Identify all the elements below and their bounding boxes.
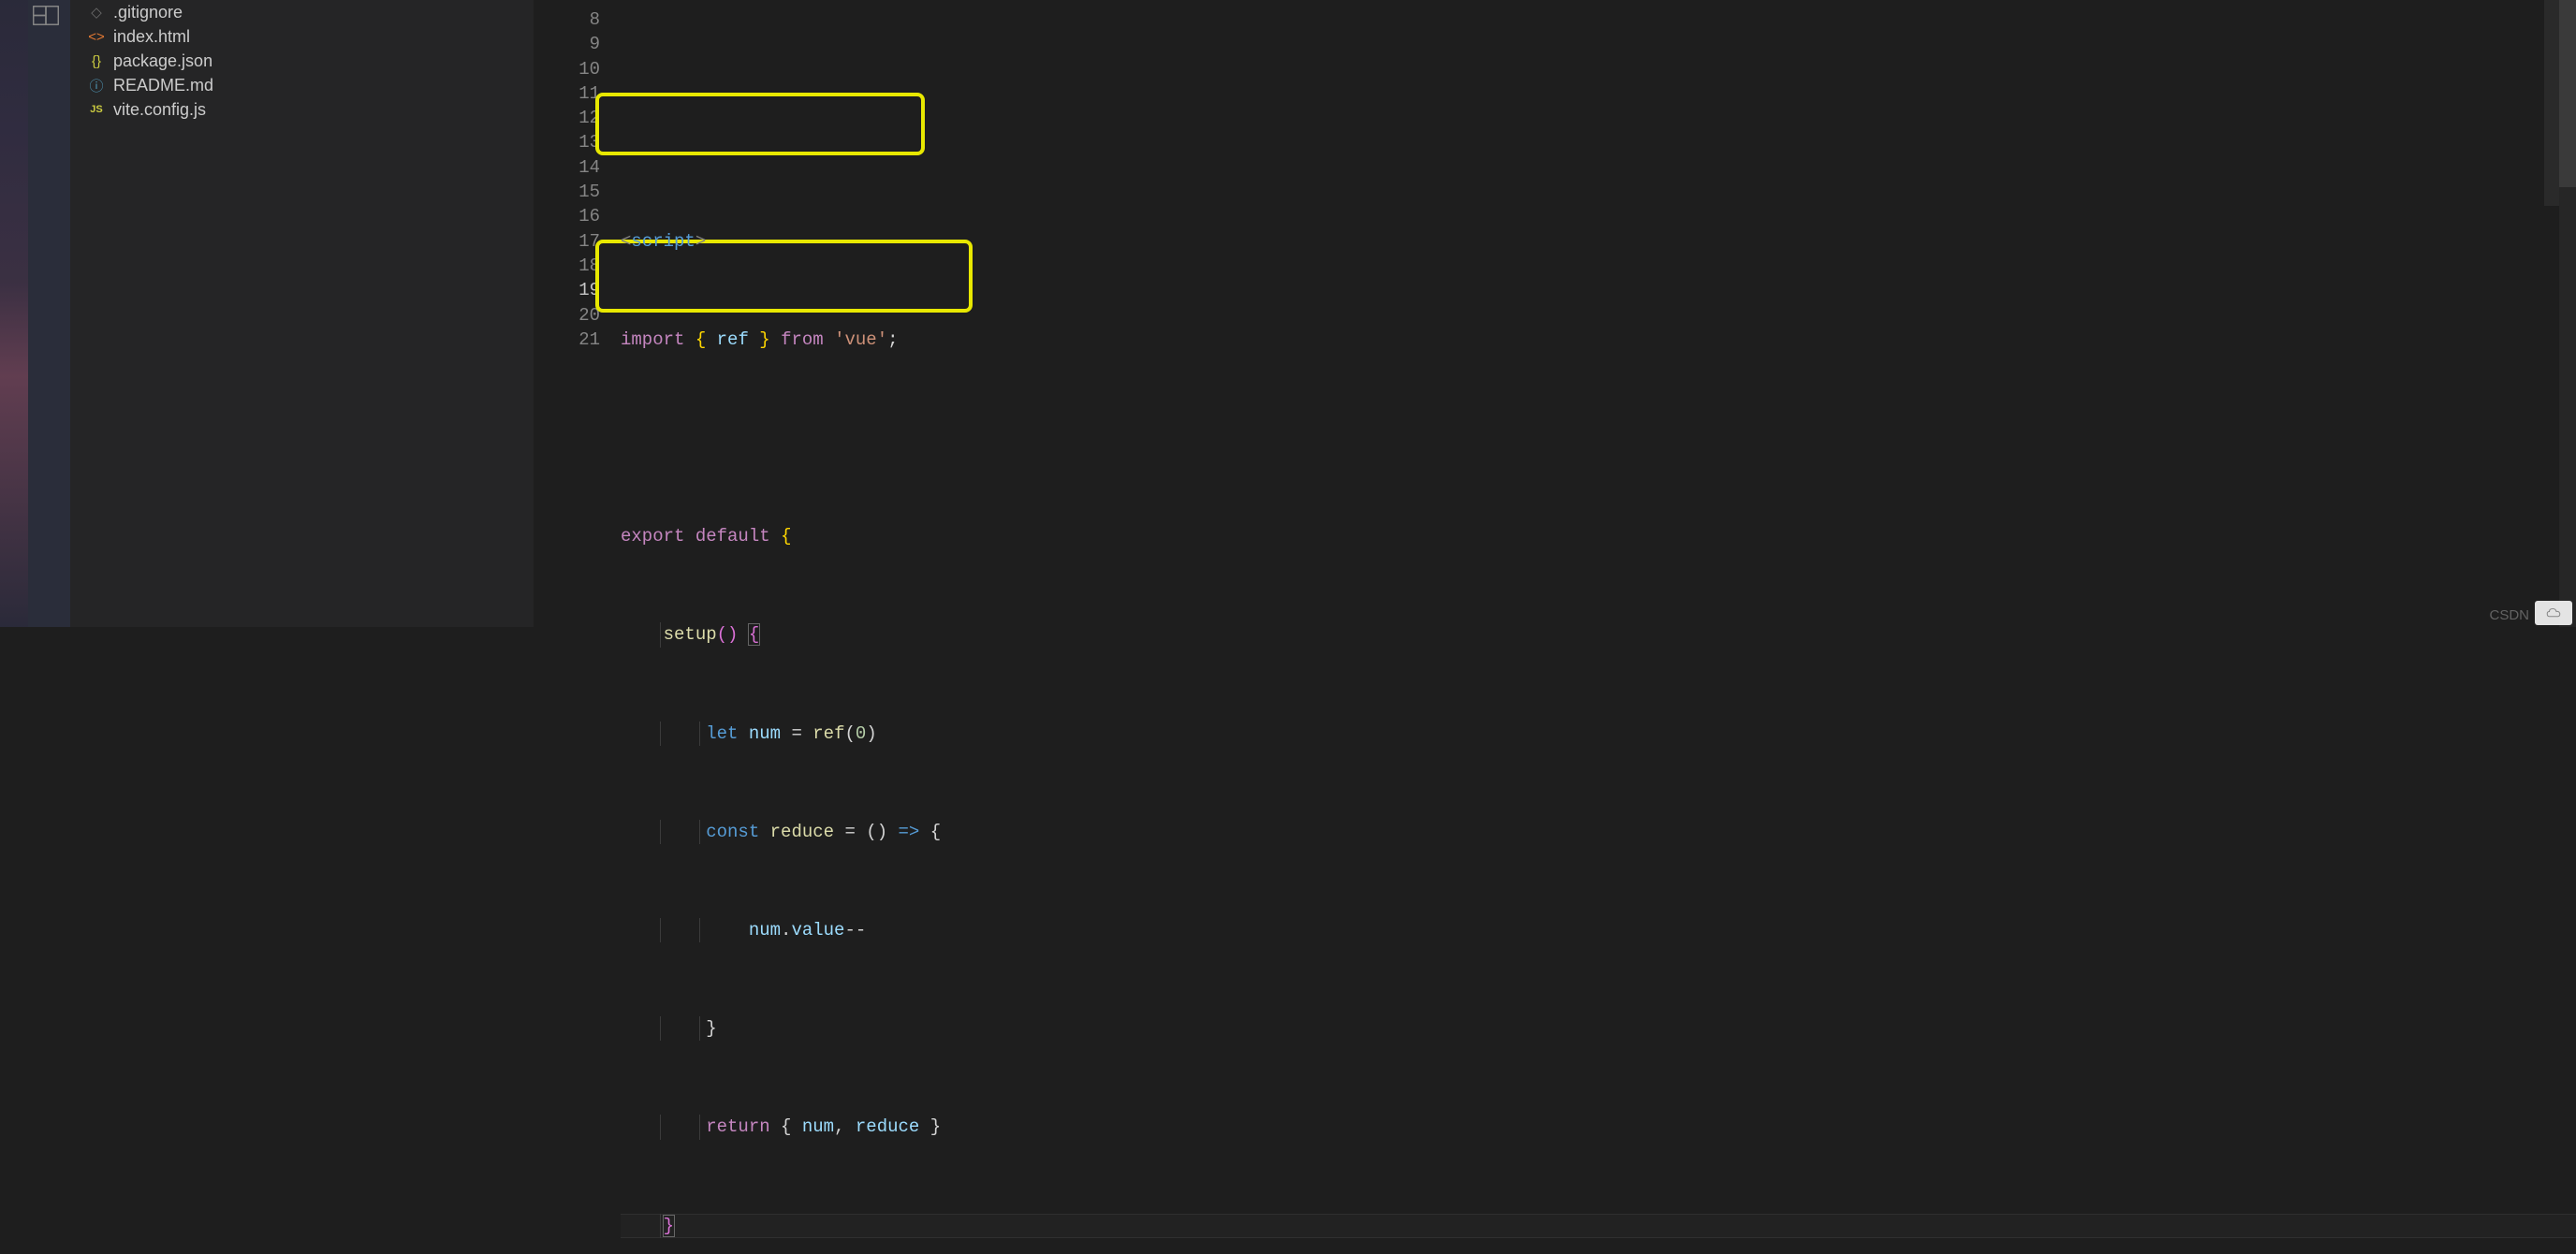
file-name: package.json xyxy=(113,51,212,71)
code-editor[interactable]: 8 9 10 11 12 13 14 15 16 17 18 19 20 21 … xyxy=(534,0,2576,627)
line-number: 9 xyxy=(534,32,600,56)
code-line: export default { xyxy=(621,524,2576,548)
git-icon: ◇ xyxy=(87,4,106,21)
code-line-active: } xyxy=(621,1214,2576,1238)
overview-ruler xyxy=(2544,0,2559,206)
watermark-logo-icon xyxy=(2535,601,2572,625)
code-line: let num = ref(0) xyxy=(621,722,2576,746)
code-line xyxy=(621,426,2576,450)
line-number: 12 xyxy=(534,106,600,130)
file-explorer: ◇ .gitignore <> index.html {} package.js… xyxy=(70,0,534,627)
file-name: index.html xyxy=(113,27,190,47)
panel-layout-icon[interactable] xyxy=(33,6,59,26)
line-number: 15 xyxy=(534,180,600,204)
line-number: 10 xyxy=(534,57,600,81)
file-name: .gitignore xyxy=(113,3,183,22)
watermark-csdn: CSDN xyxy=(2489,607,2529,623)
code-line: return { num, reduce } xyxy=(621,1115,2576,1139)
code-line: import { ref } from 'vue'; xyxy=(621,328,2576,352)
file-row[interactable]: ◇ .gitignore xyxy=(70,0,534,24)
code-line: setup() { xyxy=(621,622,2576,647)
js-icon: JS xyxy=(87,104,106,115)
line-number-gutter: 8 9 10 11 12 13 14 15 16 17 18 19 20 21 xyxy=(534,0,600,627)
file-row[interactable]: JS vite.config.js xyxy=(70,97,534,122)
line-number: 14 xyxy=(534,155,600,180)
line-number: 21 xyxy=(534,328,600,352)
line-number: 16 xyxy=(534,204,600,228)
file-name: README.md xyxy=(113,76,213,95)
line-number: 11 xyxy=(534,81,600,106)
line-number-active: 19 xyxy=(534,278,600,302)
code-line: num.value-- xyxy=(621,918,2576,942)
code-line: const reduce = () => { xyxy=(621,820,2576,844)
line-number: 13 xyxy=(534,130,600,154)
line-number: 8 xyxy=(534,7,600,32)
code-line: <script> xyxy=(621,229,2576,254)
scrollbar-thumb[interactable] xyxy=(2559,0,2576,187)
editor-scrollbar[interactable] xyxy=(2559,0,2576,627)
file-name: vite.config.js xyxy=(113,100,206,120)
file-row[interactable]: ⓘ README.md xyxy=(70,73,534,97)
code-content[interactable]: <script> import { ref } from 'vue'; expo… xyxy=(600,0,2576,627)
code-line: } xyxy=(621,1016,2576,1041)
html-icon: <> xyxy=(87,29,106,45)
editor-layout: ◇ .gitignore <> index.html {} package.js… xyxy=(0,0,2576,627)
left-decorative-strip xyxy=(0,0,28,627)
line-number: 17 xyxy=(534,229,600,254)
info-icon: ⓘ xyxy=(87,76,106,95)
file-row[interactable]: <> index.html xyxy=(70,24,534,49)
json-icon: {} xyxy=(87,53,106,69)
line-number: 20 xyxy=(534,303,600,328)
line-number: 18 xyxy=(534,254,600,278)
file-row[interactable]: {} package.json xyxy=(70,49,534,73)
code-line xyxy=(621,130,2576,154)
